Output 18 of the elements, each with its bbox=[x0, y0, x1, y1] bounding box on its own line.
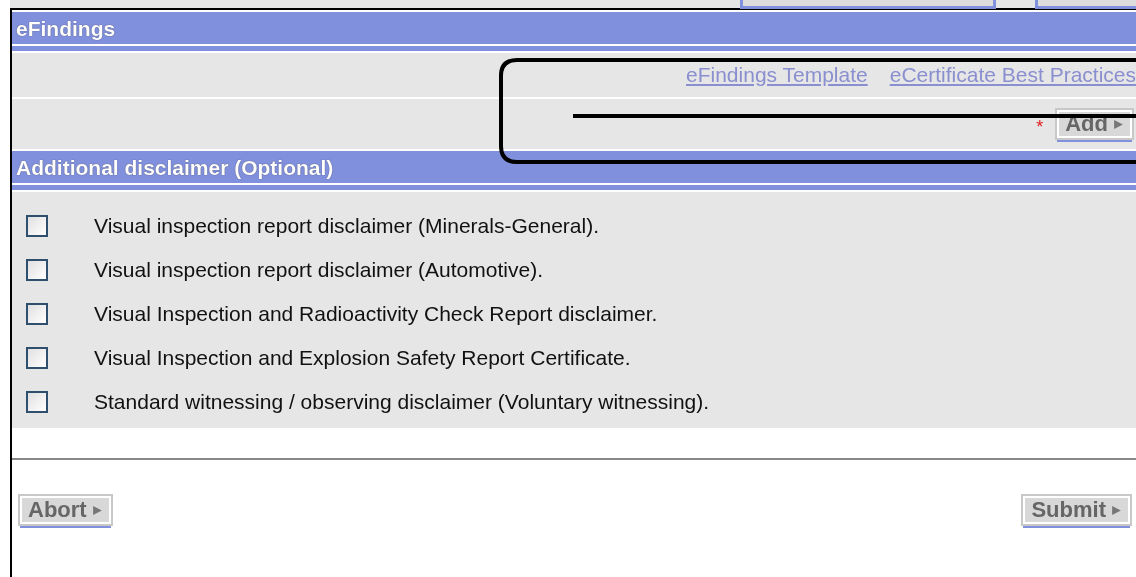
section-header: eFindings bbox=[12, 12, 1136, 44]
checkbox-label: Visual inspection report disclaimer (Minerals-General). bbox=[94, 214, 599, 238]
checkbox[interactable] bbox=[26, 303, 48, 325]
checkbox-label: Visual Inspection and Radioactivity Check Report disclaimer. bbox=[94, 302, 658, 326]
checkbox-label: Visual inspection report disclaimer (Automotive). bbox=[94, 258, 543, 282]
checkbox[interactable] bbox=[26, 259, 48, 281]
checkbox[interactable] bbox=[26, 215, 48, 237]
arrow-icon bbox=[91, 504, 103, 516]
arrow-icon bbox=[1113, 118, 1124, 130]
link[interactable]: eFindings Template bbox=[686, 63, 868, 87]
checkbox-label: Standard witnessing / observing disclaimer (Voluntary witnessing). bbox=[94, 390, 710, 414]
checkbox-label: Visual Inspection and Explosion Safety Report Certificate. bbox=[94, 346, 631, 370]
checkbox[interactable] bbox=[26, 347, 48, 369]
link[interactable]: eCertificate Best Practices bbox=[889, 63, 1136, 87]
section-header: Additional disclaimer (Optional) bbox=[12, 151, 1136, 183]
checkbox[interactable] bbox=[26, 391, 48, 413]
required-asterisk: * bbox=[1036, 116, 1044, 138]
arrow-icon bbox=[1111, 504, 1122, 516]
